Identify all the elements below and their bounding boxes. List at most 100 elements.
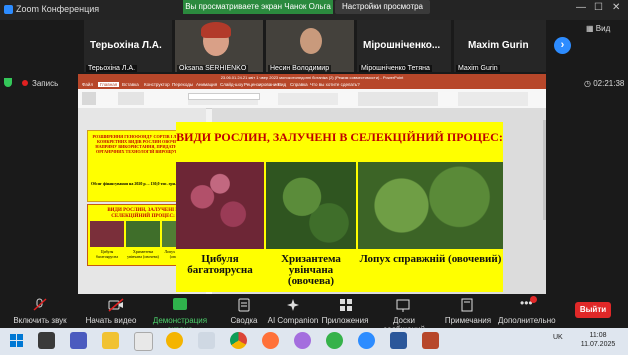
share-banner: Вы просматриваете экран Чанок Ольга [183,0,333,14]
apps-button[interactable]: Приложения [320,316,370,325]
summary-icon[interactable] [237,298,251,312]
more-button[interactable]: Дополнительно [498,316,556,325]
start-video-button[interactable]: Начать видео [76,316,146,325]
shield-icon[interactable] [4,78,12,87]
ai-companion-button[interactable]: AI Companion [266,316,320,325]
tab-slideshow[interactable]: Слайд-шоу [220,82,243,87]
video-off-icon[interactable] [108,298,124,312]
editing-group[interactable] [458,92,528,106]
leave-button[interactable]: Выйти [575,302,611,318]
avatar [300,28,322,54]
participant-label: Maxim Gurin [456,65,500,72]
view-button[interactable]: ▦ Вид [586,24,610,33]
browser-icon[interactable] [294,332,311,349]
notepad-icon[interactable] [198,332,215,349]
zoom-logo-icon [4,5,13,15]
tab-help[interactable]: Справка [290,82,308,87]
whiteboard-icon[interactable] [396,298,410,312]
clock-time: 11:08 [589,332,607,339]
tab-insert[interactable]: Вставка [122,82,139,87]
grid-icon: ▦ [586,24,594,33]
chrysanthemum-image [266,162,356,249]
chrysanthemum-image [126,221,160,247]
firefox-icon[interactable] [262,332,279,349]
font-select[interactable] [188,93,260,100]
task-view-icon[interactable] [38,332,55,349]
window-title: Zoom Конференция [4,4,100,15]
close-icon[interactable]: ✕ [612,2,620,13]
font-format-buttons[interactable] [188,100,258,105]
tab-review[interactable]: Рецензирование [244,82,279,87]
notes-button[interactable]: Примечания [438,316,498,325]
thumb-caption: Хризантема увінчана (овочева) [127,249,159,259]
file-explorer-icon[interactable] [102,332,119,349]
participant-name: Мірошніченко... [363,40,441,51]
recording-label[interactable]: Запись [32,79,58,88]
participant-tile[interactable]: Maxim Gurin Maxim Gurin [454,20,546,72]
view-settings-button[interactable]: Настройки просмотра [335,0,430,14]
onion-image [176,162,264,249]
clock-icon: ◷ [584,79,594,88]
ai-sparkle-icon[interactable] [286,298,300,311]
next-page-button[interactable]: › [554,37,571,54]
main-slide[interactable]: ВИДИ РОСЛИН, ЗАЛУЧЕНІ В СЕЛЕКЦІЙНИЙ ПРОЦ… [176,122,503,292]
onion-image [90,221,124,247]
burdock-image [358,162,503,249]
new-slide-icon[interactable] [118,92,144,105]
tab-file[interactable]: Файл [82,82,93,87]
ppt-ribbon [78,89,546,109]
paste-icon[interactable] [82,92,96,105]
drawing-group[interactable] [358,92,438,106]
summary-button[interactable]: Сводка [222,316,266,325]
minimize-icon[interactable]: — [576,2,586,13]
window-title-text: Zoom Конференция [16,4,100,14]
start-icon[interactable] [8,332,25,349]
clock-date: 11.07.2025 [580,341,616,348]
maximize-icon[interactable]: ☐ [594,2,603,13]
zoom-taskbar-icon[interactable] [358,332,375,349]
calendar-app-icon[interactable] [134,332,153,351]
caption-chrysanthemum: Хризантема увінчана (овочева) [281,253,341,287]
tab-transitions[interactable]: Переходы [172,82,193,87]
tab-home[interactable]: Главная [98,82,120,87]
participant-label: Oksana SERHIENKO [177,65,249,72]
participant-name: Терьохіна Л.А. [90,40,162,51]
caption-burdock: Лопух справжній (овочевий) [359,253,502,265]
ppt-ribbon-tabs: Файл Главная Вставка Конструктор Переход… [78,81,546,89]
tab-design[interactable]: Конструктор [144,82,170,87]
hair-shape [201,22,231,38]
ppt-title-bar: 23.06.01.24.21 квіт 1 чвер 2023 монокоти… [78,74,546,81]
view-label: Вид [595,24,611,33]
record-icon [22,80,28,86]
language-indicator[interactable]: UK [553,334,563,341]
thumb-caption: Цибуля багатоярусна [95,249,119,259]
tab-animations[interactable]: Анимация [196,82,217,87]
vlc-icon[interactable] [166,332,183,349]
powerpoint-icon[interactable] [422,332,439,349]
notes-icon[interactable] [460,298,474,312]
mute-button[interactable]: Включить звук [4,316,76,325]
media-player-icon[interactable] [70,332,87,349]
share-screen-icon[interactable] [173,298,187,310]
participant-video[interactable]: Несин Володимир [266,20,354,72]
notification-badge [530,296,537,303]
chrome-icon[interactable] [230,332,247,349]
apps-icon[interactable] [339,298,353,311]
word-icon[interactable] [390,332,407,349]
participant-video[interactable]: Oksana SERHIENKO [175,20,263,72]
paragraph-group[interactable] [278,93,338,105]
participant-name: Maxim Gurin [468,40,529,51]
participant-label: Мірошніченко Тетяна [359,65,432,72]
participant-label: Терьохіна Л.А. [86,65,138,72]
taskbar-clock[interactable]: 11:08 11.07.2025 [578,331,618,349]
tell-me-input[interactable]: Что вы хотите сделать? [310,82,360,87]
mic-muted-icon[interactable] [33,298,47,311]
timer-value: 02:21:38 [593,79,625,88]
meeting-timer: ◷ 02:21:38 [584,79,624,88]
utorrent-icon[interactable] [326,332,343,349]
participant-tile[interactable]: Мірошніченко... Мірошніченко Тетяна [357,20,451,72]
slide-scrollbar[interactable] [543,120,546,220]
slide-title: ВИДИ РОСЛИН, ЗАЛУЧЕНІ В СЕЛЕКЦІЙНИЙ ПРОЦ… [176,130,503,144]
participant-tile[interactable]: Терьохіна Л.А. Терьохіна Л.А. [84,20,172,72]
tab-view[interactable]: Вид [278,82,286,87]
